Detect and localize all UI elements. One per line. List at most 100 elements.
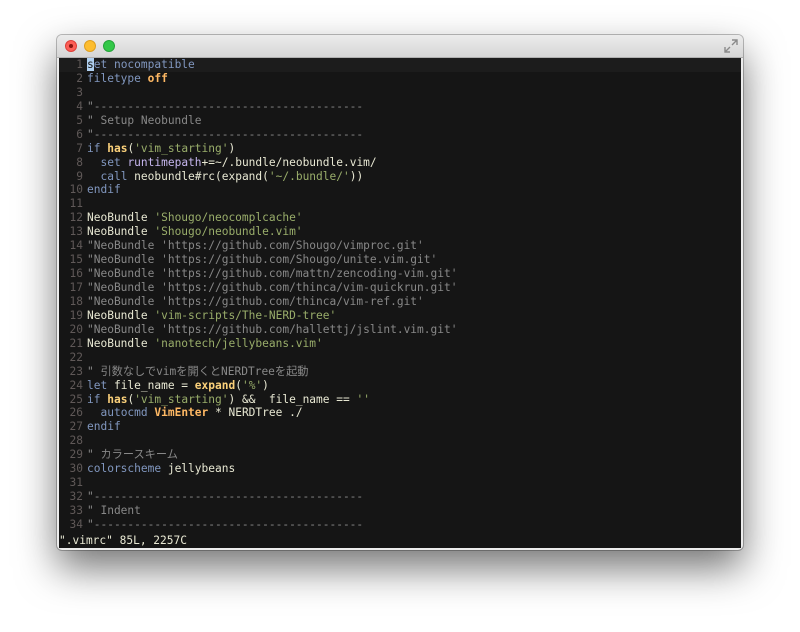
- code-token: has: [107, 141, 128, 155]
- code-token: )): [349, 169, 364, 183]
- line-number: 34: [69, 517, 83, 531]
- code-line[interactable]: 8 set runtimepath+=~/.bundle/neobundle.v…: [59, 156, 741, 170]
- line-number: 19: [69, 308, 83, 322]
- code-line[interactable]: 21 NeoBundle 'nanotech/jellybeans.vim': [59, 337, 741, 351]
- code-token: "NeoBundle 'https://github.com/thinca/vi…: [87, 281, 458, 294]
- code-line[interactable]: 23 " 引数なしでvimを開くとNERDTreeを起動: [59, 365, 741, 379]
- minimize-button[interactable]: [84, 40, 96, 52]
- line-number: 33: [69, 504, 83, 517]
- code-token: "---------------------------------------…: [87, 127, 364, 141]
- code-token: ) && file_name ==: [228, 392, 357, 406]
- buffer-lines: 1 set nocompatible 2 filetype off 3 4 "-------…: [59, 58, 741, 532]
- code-line[interactable]: 17 "NeoBundle 'https://github.com/thinca/…: [59, 281, 741, 295]
- code-token: (: [235, 378, 242, 392]
- code-line[interactable]: 10 endif: [59, 183, 741, 197]
- code-line[interactable]: 28: [59, 434, 741, 448]
- code-token: NeoBundle: [87, 225, 155, 239]
- vim-editor[interactable]: 1 set nocompatible 2 filetype off 3 4 "-------…: [59, 58, 741, 548]
- line-number: 11: [69, 197, 83, 211]
- code-line[interactable]: 19 NeoBundle 'vim-scripts/The-NERD-tree': [59, 309, 741, 323]
- line-number: 16: [69, 267, 83, 281]
- code-token: filetype: [87, 71, 148, 85]
- code-line[interactable]: 7 if has('vim_starting'): [59, 142, 741, 156]
- line-number: 1: [76, 58, 83, 71]
- terminal-window: 1 set nocompatible 2 filetype off 3 4 "-------…: [57, 35, 743, 550]
- fullscreen-icon[interactable]: [723, 38, 739, 54]
- code-line[interactable]: 13 NeoBundle 'Shougo/neobundle.vim': [59, 225, 741, 239]
- code-line[interactable]: 27 endif: [59, 420, 741, 434]
- code-token: 'vim_starting': [134, 392, 229, 406]
- code-line[interactable]: 3: [59, 86, 741, 100]
- code-line[interactable]: 24 let file_name = expand('%'): [59, 379, 741, 393]
- code-line[interactable]: 22: [59, 351, 741, 365]
- code-token: 'vim_starting': [134, 141, 229, 155]
- code-token: "---------------------------------------…: [87, 99, 364, 113]
- line-number: 7: [76, 141, 83, 155]
- line-number: 23: [69, 364, 83, 378]
- status-line: ".vimrc" 85L, 2257C: [59, 534, 741, 548]
- code-line[interactable]: 34 "-------------------------------------…: [59, 518, 741, 532]
- code-line[interactable]: 12 NeoBundle 'Shougo/neocomplcache': [59, 211, 741, 225]
- line-number: 31: [69, 476, 83, 490]
- code-token: endif: [87, 183, 121, 197]
- code-line[interactable]: 1 set nocompatible: [59, 58, 741, 72]
- line-number: 28: [69, 434, 83, 448]
- code-token: et nocompatible: [93, 58, 195, 71]
- line-number: 12: [69, 211, 83, 225]
- line-number: 3: [76, 85, 83, 99]
- code-token: 'vim-scripts/The-NERD-tree': [154, 308, 337, 322]
- close-button[interactable]: [65, 40, 77, 52]
- code-token: endif: [87, 420, 121, 434]
- code-line[interactable]: 16 "NeoBundle 'https://github.com/mattn/z…: [59, 267, 741, 281]
- code-token: '~/.bundle/': [268, 169, 350, 183]
- code-token: expand: [194, 378, 236, 392]
- line-number: 2: [76, 71, 83, 85]
- code-token: let: [87, 378, 114, 392]
- code-line[interactable]: 30 colorscheme jellybeans: [59, 462, 741, 476]
- line-number: 29: [69, 448, 83, 462]
- line-number: 10: [69, 183, 83, 197]
- code-line[interactable]: 4 "--------------------------------------…: [59, 100, 741, 114]
- code-line[interactable]: 2 filetype off: [59, 72, 741, 86]
- code-line[interactable]: 6 "--------------------------------------…: [59, 128, 741, 142]
- code-line[interactable]: 5 " Setup Neobundle: [59, 114, 741, 128]
- line-number: 4: [76, 99, 83, 113]
- code-line[interactable]: 14 "NeoBundle 'https://github.com/Shougo/…: [59, 239, 741, 253]
- code-line[interactable]: 20 "NeoBundle 'https://github.com/hallett…: [59, 323, 741, 337]
- code-token: "NeoBundle 'https://github.com/thinca/vi…: [87, 294, 424, 308]
- code-line[interactable]: 25 if has('vim_starting') && file_name ==…: [59, 393, 741, 407]
- code-token: autocmd: [100, 406, 155, 420]
- code-token: if: [87, 141, 108, 155]
- zoom-button[interactable]: [103, 40, 115, 52]
- code-line[interactable]: 18 "NeoBundle 'https://github.com/thinca/…: [59, 295, 741, 309]
- code-token: NeoBundle: [87, 308, 155, 322]
- line-number: 24: [69, 378, 83, 392]
- code-line[interactable]: 33 " Indent: [59, 504, 741, 518]
- text-cursor: s: [87, 58, 94, 71]
- line-number: 8: [76, 155, 83, 169]
- line-number: 9: [76, 169, 83, 183]
- line-number: 5: [76, 113, 83, 127]
- code-line[interactable]: 15 "NeoBundle 'https://github.com/Shougo/…: [59, 253, 741, 267]
- code-line[interactable]: 26 autocmd VimEnter * NERDTree ./: [59, 406, 741, 420]
- code-token: jellybeans: [167, 462, 236, 476]
- code-token: "NeoBundle 'https://github.com/Shougo/un…: [87, 253, 438, 267]
- line-number: 15: [69, 253, 83, 267]
- code-token: neobundle#rc(expand(: [134, 169, 269, 183]
- code-line[interactable]: 9 call neobundle#rc(expand('~/.bundle/')…: [59, 170, 741, 184]
- code-line[interactable]: 32 "-------------------------------------…: [59, 490, 741, 504]
- code-token: VimEnter: [154, 406, 209, 420]
- code-line[interactable]: 31: [59, 476, 741, 490]
- code-line[interactable]: 29 " カラースキーム: [59, 448, 741, 462]
- code-token: " Indent: [87, 504, 141, 517]
- code-token: if: [87, 392, 108, 406]
- title-bar[interactable]: [57, 35, 743, 58]
- code-token: has: [107, 392, 128, 406]
- code-token: '': [356, 392, 370, 406]
- code-token: " カラースキーム: [87, 448, 178, 462]
- code-line[interactable]: 11: [59, 197, 741, 211]
- code-token: +=~/.bundle/neobundle.vim/: [201, 155, 377, 169]
- code-token: " Setup Neobundle: [87, 113, 202, 127]
